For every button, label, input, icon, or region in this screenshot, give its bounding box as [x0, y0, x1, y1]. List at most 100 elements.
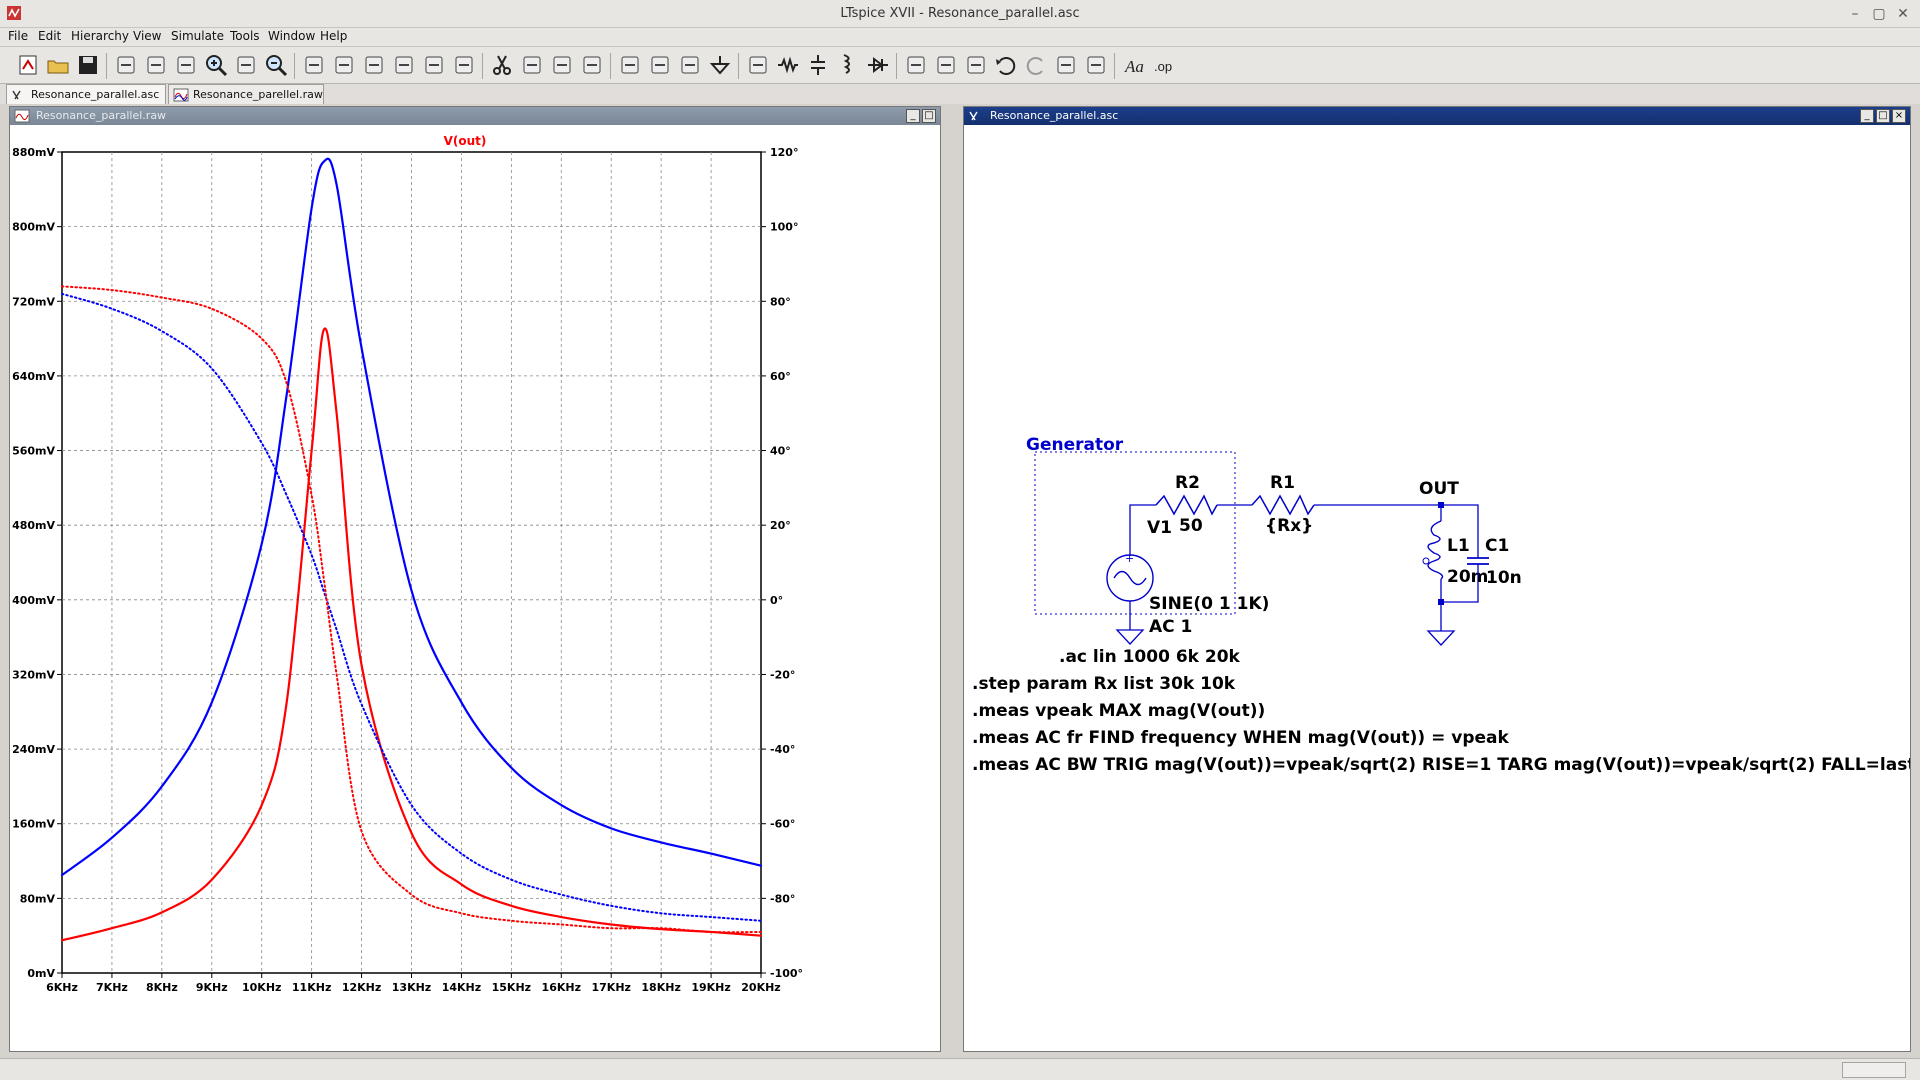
zoom-in-button[interactable] — [202, 51, 230, 79]
open-icon — [47, 60, 69, 74]
r1-value: {Rx} — [1265, 516, 1313, 536]
y-left-tick-label: 160mV — [12, 818, 55, 831]
spice-directive-step[interactable]: .step param Rx list 30k 10k — [972, 674, 1236, 694]
label-net-button[interactable] — [744, 51, 772, 79]
redo-button[interactable] — [1022, 51, 1050, 79]
resistor-r1[interactable] — [1251, 494, 1315, 516]
inductor-l1[interactable] — [1427, 520, 1444, 580]
c1-name: C1 — [1485, 536, 1509, 556]
print-setup-button[interactable] — [616, 51, 644, 79]
close-window-icon[interactable]: ✕ — [1894, 5, 1912, 23]
menu-window[interactable]: Window — [268, 29, 315, 43]
halt-icon — [177, 56, 195, 74]
menu-edit[interactable]: Edit — [38, 29, 61, 43]
menu-hierarchy[interactable]: Hierarchy — [71, 29, 129, 43]
ground-symbol — [1115, 629, 1145, 645]
minimize-icon[interactable]: _ — [1860, 109, 1874, 123]
tab-label: Resonance_parellel.raw — [193, 88, 323, 101]
run-button[interactable] — [142, 51, 170, 79]
text-button[interactable]: Aa — [1120, 51, 1148, 79]
autorange-icon — [335, 56, 353, 74]
inductor-button[interactable] — [834, 51, 862, 79]
print-setup-icon — [621, 56, 639, 74]
cascade-button[interactable] — [450, 51, 478, 79]
rotate-button[interactable] — [1052, 51, 1080, 79]
spice-directive-meas-fr[interactable]: .meas AC fr FIND frequency WHEN mag(V(ou… — [972, 728, 1510, 748]
component-button[interactable] — [902, 51, 930, 79]
autorange-button[interactable] — [330, 51, 358, 79]
spice-directive-meas-bw[interactable]: .meas AC BW TRIG mag(V(out))=vpeak/sqrt(… — [972, 755, 1910, 775]
diode-button[interactable] — [864, 51, 892, 79]
mirror-button[interactable] — [1082, 51, 1110, 79]
move-button[interactable] — [932, 51, 960, 79]
drag-button[interactable] — [962, 51, 990, 79]
copy-button[interactable] — [518, 51, 546, 79]
trace-label-vout: V(out) — [444, 134, 487, 148]
y-right-tick-label: 80° — [770, 295, 791, 308]
maximize-icon[interactable]: □ — [1876, 109, 1890, 123]
menu-simulate[interactable]: Simulate — [171, 29, 224, 43]
y-left-tick-label: 240mV — [12, 743, 55, 756]
paste-button[interactable] — [548, 51, 576, 79]
menu-tools[interactable]: Tools — [230, 29, 260, 43]
minimize-icon[interactable]: _ — [906, 109, 920, 123]
c1-value: 10n — [1486, 568, 1522, 588]
control-panel-icon — [117, 56, 135, 74]
junction-dot — [1438, 599, 1444, 605]
schematic-canvas[interactable]: Generator R2 50 R1 {Rx} + V1 SINE(0 1 1K… — [964, 125, 1910, 1051]
cut-button[interactable] — [488, 51, 516, 79]
halt-button[interactable] — [172, 51, 200, 79]
window-title: LTspice XVII - Resonance_parallel.asc — [840, 6, 1080, 21]
undo-icon — [996, 57, 1016, 75]
tile-vertical-button[interactable] — [420, 51, 448, 79]
minimize-window-icon[interactable]: – — [1846, 5, 1864, 23]
capacitor-button[interactable] — [804, 51, 832, 79]
spice-directive-ac[interactable]: .ac lin 1000 6k 20k — [1059, 647, 1241, 667]
ground-symbol — [1426, 630, 1456, 646]
zoom-fit-button[interactable] — [300, 51, 328, 79]
menu-view[interactable]: View — [133, 29, 161, 43]
menu-file[interactable]: File — [8, 29, 28, 43]
voltage-source-v1[interactable]: + — [1106, 552, 1154, 602]
find-icon — [583, 56, 601, 74]
toolbar-separator — [482, 53, 483, 79]
menu-help[interactable]: Help — [320, 29, 347, 43]
y-right-tick-label: -80° — [770, 892, 795, 905]
resistor-icon — [778, 56, 798, 74]
tab-schematic[interactable]: Resonance_parallel.asc — [6, 84, 166, 104]
y-left-tick-label: 400mV — [12, 594, 55, 607]
maximize-icon[interactable]: □ — [922, 109, 936, 123]
zoom-out-button[interactable] — [262, 51, 290, 79]
zoom-pan-button[interactable] — [232, 51, 260, 79]
plot-settings-icon — [365, 56, 383, 74]
ground-button[interactable] — [706, 51, 734, 79]
resistor-button[interactable] — [774, 51, 802, 79]
close-icon[interactable]: × — [1892, 109, 1906, 123]
y-left-tick-label: 320mV — [12, 668, 55, 681]
restore-window-icon[interactable]: ▢ — [1870, 5, 1888, 23]
status-bar — [0, 1058, 1920, 1080]
spice-directive-button[interactable]: .op — [1150, 51, 1178, 79]
spice-directive-meas-vpeak[interactable]: .meas vpeak MAX mag(V(out)) — [972, 701, 1265, 721]
toolbar-separator — [106, 53, 107, 79]
toolbar-separator — [896, 53, 897, 79]
y-right-tick-label: -40° — [770, 743, 795, 756]
open-button[interactable] — [44, 51, 72, 79]
plot-settings-button[interactable] — [360, 51, 388, 79]
undo-button[interactable] — [992, 51, 1020, 79]
waveform-plot[interactable]: 6KHz 7KHz 8KHz 9KHz 10KHz 11KHz 12KHz 13KHz 14KH… — [10, 125, 940, 1051]
y-left-tick-label: 560mV — [12, 445, 55, 458]
x-tick-label: 13KHz — [392, 981, 431, 994]
tile-horizontal-button[interactable] — [390, 51, 418, 79]
y-left-tick-label: 640mV — [12, 370, 55, 383]
copy-icon — [523, 56, 541, 74]
tab-waveform[interactable]: Resonance_parellel.raw — [168, 84, 324, 104]
new-schematic-button[interactable] — [14, 51, 42, 79]
y-left-tick-label: 80mV — [20, 892, 56, 905]
save-button[interactable] — [74, 51, 102, 79]
resistor-r2[interactable] — [1155, 494, 1218, 516]
draw-wire-button[interactable] — [676, 51, 704, 79]
control-panel-button[interactable] — [112, 51, 140, 79]
find-button[interactable] — [578, 51, 606, 79]
print-button[interactable] — [646, 51, 674, 79]
